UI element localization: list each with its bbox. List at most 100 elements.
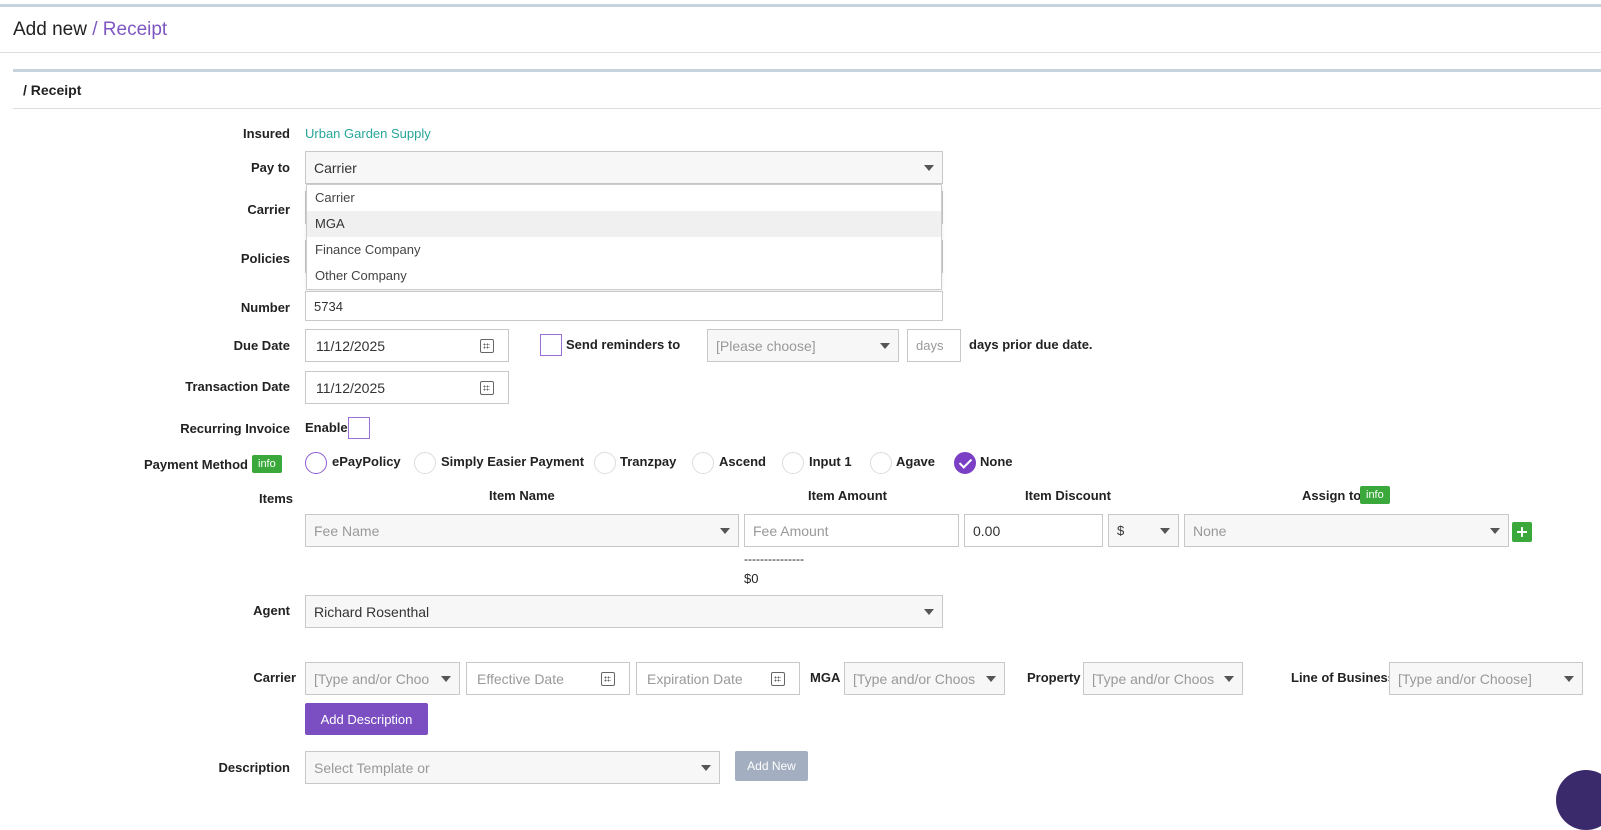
days-placeholder: days <box>916 338 944 353</box>
fee-amount-input[interactable]: Fee Amount <box>744 514 959 547</box>
add-new-button[interactable]: Add New <box>735 751 808 781</box>
policies-label: Policies <box>240 251 290 266</box>
dropdown-option-other-company[interactable]: Other Company <box>307 263 941 289</box>
filter-mga-placeholder: [Type and/or Choos <box>853 670 976 687</box>
radio-label-epaypolicy: ePayPolicy <box>332 454 401 469</box>
radio-simply-easier-payment[interactable] <box>414 452 436 474</box>
assign-to-header: Assign to <box>1302 488 1362 503</box>
number-label: Number <box>240 300 290 315</box>
calendar-icon[interactable] <box>771 672 785 686</box>
effective-date-placeholder: Effective Date <box>477 670 564 687</box>
insured-link[interactable]: Urban Garden Supply <box>305 126 431 141</box>
items-total: $0 <box>744 571 759 586</box>
filter-property-label: Property <box>1027 670 1081 685</box>
pay-to-label: Pay to <box>250 160 290 175</box>
chevron-down-icon <box>924 609 934 615</box>
transaction-date-label: Transaction Date <box>185 379 290 394</box>
chevron-down-icon <box>880 343 890 349</box>
dropdown-option-mga[interactable]: MGA <box>307 211 941 237</box>
description-label: Description <box>218 760 290 775</box>
filter-lob-placeholder: [Type and/or Choose] <box>1398 670 1532 687</box>
fee-name-placeholder: Fee Name <box>314 522 380 539</box>
discount-unit-value: $ <box>1117 523 1125 538</box>
discount-unit-select[interactable]: $ <box>1108 514 1179 547</box>
due-date-input[interactable]: 11/12/2025 <box>305 329 509 362</box>
filter-lob-select[interactable]: [Type and/or Choose] <box>1389 662 1583 695</box>
panel-header: / Receipt <box>13 72 1601 109</box>
send-reminders-checkbox[interactable] <box>540 334 562 356</box>
assign-to-value: None <box>1193 522 1227 539</box>
top-bar <box>0 0 1601 7</box>
calendar-icon[interactable] <box>601 672 615 686</box>
items-label: Items <box>259 491 293 506</box>
page-title: Add new / Receipt <box>13 19 167 41</box>
filter-mga-label: MGA <box>810 670 841 685</box>
page-header: Add new / Receipt <box>0 7 1601 53</box>
reminder-days-input[interactable]: days <box>907 329 961 362</box>
filter-lob-label: Line of Business <box>1291 670 1396 685</box>
radio-tranzpay[interactable] <box>594 452 616 474</box>
recurring-enable-checkbox[interactable] <box>348 417 370 439</box>
chevron-down-icon <box>701 765 711 771</box>
item-discount-input[interactable]: 0.00 <box>964 514 1103 547</box>
transaction-date-input[interactable]: 11/12/2025 <box>305 371 509 404</box>
chevron-down-icon <box>1160 528 1170 534</box>
panel-title: / Receipt <box>23 82 82 98</box>
filter-carrier-select[interactable]: [Type and/or Choo <box>305 662 460 695</box>
radio-none[interactable] <box>954 452 976 474</box>
radio-epaypolicy[interactable] <box>305 452 327 474</box>
description-template-placeholder: Select Template or <box>314 759 430 776</box>
chevron-down-icon <box>1564 676 1574 682</box>
transaction-date-value: 11/12/2025 <box>316 379 386 396</box>
pay-to-select[interactable]: Carrier <box>305 151 943 184</box>
calendar-icon[interactable] <box>480 381 494 395</box>
chevron-down-icon <box>986 676 996 682</box>
assign-info-badge[interactable]: info <box>1360 486 1390 504</box>
expiration-date-input[interactable]: Expiration Date <box>636 662 800 695</box>
filter-mga-select[interactable]: [Type and/or Choos <box>844 662 1005 695</box>
effective-date-input[interactable]: Effective Date <box>466 662 630 695</box>
total-divider: --------------- <box>744 552 804 566</box>
description-template-select[interactable]: Select Template or <box>305 751 720 784</box>
pay-to-value: Carrier <box>314 159 357 176</box>
item-discount-header: Item Discount <box>1025 488 1111 503</box>
dropdown-option-carrier[interactable]: Carrier <box>307 185 941 211</box>
pay-to-dropdown: Carrier MGA Finance Company Other Compan… <box>306 184 942 290</box>
radio-ascend[interactable] <box>692 452 714 474</box>
chat-widget-icon[interactable] <box>1556 770 1601 830</box>
reminders-placeholder: [Please choose] <box>716 337 816 354</box>
agent-select[interactable]: Richard Rosenthal <box>305 595 943 628</box>
radio-input-1[interactable] <box>782 452 804 474</box>
send-reminders-label: Send reminders to <box>566 337 681 352</box>
chevron-down-icon <box>1224 676 1234 682</box>
chevron-down-icon <box>720 528 730 534</box>
reminders-select[interactable]: [Please choose] <box>707 329 899 362</box>
due-date-label: Due Date <box>233 338 290 353</box>
fee-name-select[interactable]: Fee Name <box>305 514 739 547</box>
insured-label: Insured <box>243 126 290 141</box>
assign-to-select[interactable]: None <box>1184 514 1509 547</box>
add-description-button[interactable]: Add Description <box>305 703 428 735</box>
due-date-value: 11/12/2025 <box>316 337 386 354</box>
chevron-down-icon <box>441 676 451 682</box>
payment-info-badge[interactable]: info <box>252 455 282 473</box>
filter-carrier-label: Carrier <box>253 670 296 685</box>
add-item-plus-icon[interactable] <box>1512 522 1532 542</box>
payment-method-label: Payment Method <box>143 457 248 472</box>
agent-label: Agent <box>253 603 290 618</box>
expiration-date-placeholder: Expiration Date <box>647 670 743 687</box>
filter-property-select[interactable]: [Type and/or Choos <box>1083 662 1243 695</box>
dropdown-option-finance-company[interactable]: Finance Company <box>307 237 941 263</box>
breadcrumb[interactable]: / Receipt <box>92 19 167 40</box>
number-input[interactable]: 5734 <box>305 291 943 321</box>
radio-label-tranzpay: Tranzpay <box>620 454 677 469</box>
radio-label-input-1: Input 1 <box>809 454 852 469</box>
fee-amount-placeholder: Fee Amount <box>753 522 829 539</box>
item-amount-header: Item Amount <box>808 488 887 503</box>
radio-label-simply-easier-payment: Simply Easier Payment <box>441 454 585 469</box>
radio-agave[interactable] <box>870 452 892 474</box>
chevron-down-icon <box>924 165 934 171</box>
calendar-icon[interactable] <box>480 339 494 353</box>
recurring-invoice-label: Recurring Invoice <box>180 421 290 436</box>
radio-label-none: None <box>980 454 1013 469</box>
